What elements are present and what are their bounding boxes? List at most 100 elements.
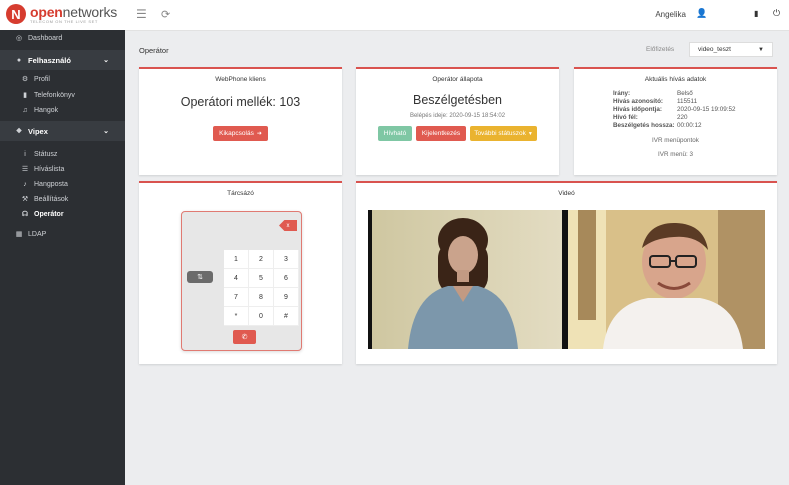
sidebar-item-hangok[interactable]: ♫ Hangok <box>0 102 125 118</box>
sidebar-section-vipex[interactable]: ❖ Vipex ⌄ <box>0 121 125 141</box>
sidebar-section-user[interactable]: ● Felhasználó ⌄ <box>0 50 125 70</box>
sidebar-item-telefonkonyv[interactable]: ▮ Telefonkönyv <box>0 87 125 103</box>
grid-icon: ▦ <box>15 231 23 238</box>
sidebar-item-label: Profil <box>34 75 50 83</box>
dashboard-icon: ◎ <box>15 35 23 42</box>
transfer-icon: ⇅ <box>197 274 203 281</box>
call-row-key: Hívás azonosító: <box>613 98 664 105</box>
dial-key-1[interactable]: 1 <box>224 250 249 269</box>
current-call-title: Aktuális hívás adatok <box>644 76 707 83</box>
caret-down-icon: ▼ <box>527 130 533 137</box>
dial-key-3[interactable]: 3 <box>274 250 299 269</box>
disconnect-button[interactable]: Kikapcsolás ➜ <box>213 126 268 141</box>
chevron-down-icon: ⌄ <box>103 57 109 64</box>
book-icon: ▮ <box>23 92 27 99</box>
book-icon[interactable]: ▮ <box>754 9 758 18</box>
call-row-value: 00:00:12 <box>677 122 702 129</box>
call-button[interactable]: ✆ <box>233 330 256 344</box>
dial-key-hash[interactable]: # <box>274 307 299 326</box>
dial-key-0[interactable]: 0 <box>249 307 274 326</box>
sidebar-section-label: Felhasználó <box>28 55 71 65</box>
menu-icon[interactable]: ☰ <box>136 7 147 21</box>
list-icon: ☰ <box>21 166 29 173</box>
user-name[interactable]: Angelika <box>655 10 686 19</box>
logo-name-bold: open <box>30 3 63 20</box>
logo-icon: N <box>6 4 26 24</box>
webphone-title: WebPhone kliens <box>215 76 266 83</box>
preference-value: video_teszt <box>698 46 731 53</box>
remote-video <box>372 210 562 349</box>
operator-state-title: Operátor állapota <box>432 76 483 83</box>
webphone-card: WebPhone kliens Operátori mellék: 103 Ki… <box>139 67 342 175</box>
video-frame <box>368 210 765 349</box>
sidebar-item-ldap[interactable]: ▦ LDAP <box>0 226 125 242</box>
chevron-down-icon: ⌄ <box>103 128 109 135</box>
ivr-points: IVR menüpontok <box>652 137 699 144</box>
dialer-title: Tárcsázó <box>227 190 254 197</box>
sign-out-icon: ➜ <box>256 131 262 137</box>
sidebar-item-label: Beállítások <box>34 195 69 203</box>
gear-icon: ⚙ <box>21 76 29 83</box>
dial-key-4[interactable]: 4 <box>224 269 249 288</box>
more-statuses-label: További státuszok <box>474 130 526 137</box>
call-row-key: Hívás időpontja: <box>613 106 662 113</box>
preference-label: Előfizetés <box>646 46 675 53</box>
dial-key-9[interactable]: 9 <box>274 288 299 307</box>
sidebar: ◎ Dashboard ● Felhasználó ⌄ ⚙ Profil ▮ T… <box>0 30 125 485</box>
caret-down-icon: ▼ <box>758 46 764 53</box>
dial-key-2[interactable]: 2 <box>249 250 274 269</box>
power-icon[interactable]: ⏻ <box>773 8 780 19</box>
available-button[interactable]: Hívható <box>378 126 412 141</box>
call-row-value: 2020-09-15 19:09:52 <box>677 106 736 113</box>
phone-icon: ✆ <box>241 334 248 341</box>
local-video <box>568 210 765 349</box>
sidebar-item-dashboard[interactable]: ◎ Dashboard <box>0 30 125 46</box>
dial-key-6[interactable]: 6 <box>274 269 299 288</box>
dial-key-7[interactable]: 7 <box>224 288 249 307</box>
call-row-key: Irány: <box>613 90 631 97</box>
preference-select[interactable]: video_teszt ▼ <box>689 42 773 57</box>
logout-label: Kijelentkezés <box>421 130 461 137</box>
backspace-button[interactable]: x <box>279 220 297 231</box>
call-row-key: Beszélgetés hossza: <box>613 122 675 129</box>
dial-key-8[interactable]: 8 <box>249 288 274 307</box>
logo-name-light: networks <box>62 3 118 20</box>
logout-button[interactable]: Kijelentkezés <box>416 126 466 141</box>
ivr-menu: IVR menü: 3 <box>658 151 693 158</box>
sidebar-item-hangposta[interactable]: ♪ Hangposta <box>0 176 125 192</box>
logo: N opennetworks TELECOM ON THE LIVE SET <box>6 4 117 24</box>
more-statuses-button[interactable]: További státuszok ▼ <box>470 126 537 141</box>
sidebar-item-label: Hangposta <box>34 180 68 188</box>
sidebar-item-label: Státusz <box>34 150 58 158</box>
call-row-value: 220 <box>677 114 688 121</box>
sidebar-item-profil[interactable]: ⚙ Profil <box>0 71 125 87</box>
sidebar-item-label: Híváslista <box>34 165 65 173</box>
mic-icon: ♪ <box>23 180 27 188</box>
refresh-icon[interactable]: ⟳ <box>161 8 170 21</box>
sidebar-item-label: Telefonkönyv <box>34 91 75 99</box>
logo-tagline: TELECOM ON THE LIVE SET <box>30 18 98 24</box>
keypad: 1 2 3 4 5 6 7 8 9 * 0 # <box>224 250 299 326</box>
sidebar-item-beallitasok[interactable]: ⚒ Beállítások <box>0 191 125 207</box>
dial-key-star[interactable]: * <box>224 307 249 326</box>
call-row-key: Hívó fél: <box>613 114 638 121</box>
music-icon: ♫ <box>22 106 28 114</box>
top-bar: N opennetworks TELECOM ON THE LIVE SET ☰… <box>0 0 789 31</box>
available-label: Hívható <box>383 130 407 137</box>
extension-number: Operátori mellék: 103 <box>180 95 301 109</box>
dial-key-5[interactable]: 5 <box>249 269 274 288</box>
user-icon: ● <box>16 56 22 64</box>
login-time: Belépés ideje: 2020-09-15 18:54:02 <box>409 113 506 119</box>
headset-icon: ☊ <box>21 211 29 218</box>
page-title: Operátor <box>139 46 169 55</box>
sidebar-item-label: Hangok <box>34 106 59 114</box>
operator-state-value: Beszélgetésben <box>413 93 502 107</box>
transfer-button[interactable]: ⇅ <box>187 271 213 283</box>
vipex-icon: ❖ <box>15 128 23 135</box>
sidebar-item-hivaslista[interactable]: ☰ Híváslista <box>0 161 125 177</box>
current-call-card: Aktuális hívás adatok Irány: Belső Hívás… <box>574 67 777 175</box>
sidebar-item-operator[interactable]: ☊ Operátor <box>0 206 125 222</box>
disconnect-label: Kikapcsolás <box>219 130 254 137</box>
user-icon[interactable]: 👤 <box>696 8 707 19</box>
sidebar-item-statusz[interactable]: i Státusz <box>0 146 125 162</box>
